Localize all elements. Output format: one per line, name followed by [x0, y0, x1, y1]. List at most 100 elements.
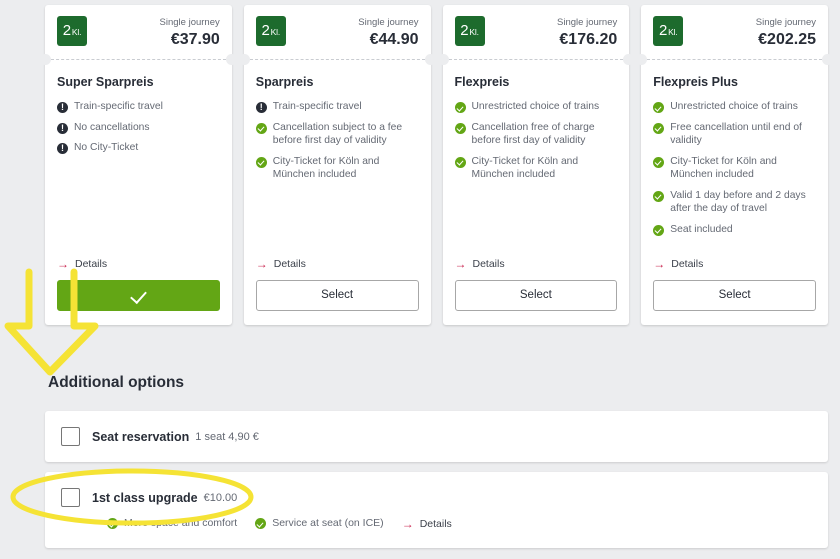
fare-feature: Cancellation free of charge before first…	[454, 121, 618, 148]
travel-class-badge: 2 Kl.	[653, 16, 684, 46]
first-class-upgrade-checkbox[interactable]	[61, 488, 80, 507]
travel-class-number: 2	[460, 22, 469, 39]
check-circle-icon	[454, 156, 466, 168]
fare-price: €37.90	[170, 31, 220, 48]
fare-feature: Train-specific travel	[57, 100, 220, 114]
seat-reservation-checkbox[interactable]	[61, 427, 80, 446]
travel-class-number: 2	[62, 22, 71, 39]
fare-feature-text: City-Ticket for Köln and München include…	[471, 155, 579, 181]
fare-feature: Free cancellation until end of validity	[653, 121, 816, 148]
travel-class-suffix: Kl.	[668, 27, 678, 37]
select-button[interactable]: Select	[454, 280, 618, 311]
fare-feature: Train-specific travel	[255, 100, 419, 114]
fare-card-body: Sparpreis Train-specific travel Cancella…	[244, 61, 431, 258]
check-circle-icon	[107, 518, 118, 530]
fare-feature-text: Seat included	[670, 223, 733, 235]
fare-card-flexpreis-plus[interactable]: 2 Kl. Single journey €202.25 Flexpreis Pl…	[636, 5, 833, 325]
travel-class-number: 2	[261, 22, 270, 39]
price-block: Single journey €37.90	[160, 16, 220, 49]
fare-options-row: 2 Kl. Single journey €37.90 Super Sparpre…	[40, 5, 833, 325]
fare-selected-button[interactable]	[57, 280, 220, 311]
check-circle-icon	[454, 122, 466, 134]
fare-feature: City-Ticket for Köln and München include…	[454, 155, 618, 182]
details-link-label: Details	[75, 258, 108, 270]
arrow-right-icon: →	[401, 516, 414, 531]
arrow-right-icon: →	[255, 257, 268, 271]
fare-card-header: 2 Kl. Single journey €202.25	[641, 5, 828, 59]
arrow-right-icon: →	[57, 257, 69, 271]
fare-feature-text: Cancellation free of charge before first…	[471, 121, 595, 147]
seat-reservation-row[interactable]: Seat reservation 1 seat 4,90 €	[45, 411, 828, 462]
fare-feature: Seat included	[653, 223, 816, 237]
journey-type-label: Single journey	[755, 17, 816, 28]
first-class-details-link[interactable]: → Details	[402, 518, 452, 530]
seat-reservation-option-panel: Seat reservation 1 seat 4,90 €	[45, 411, 828, 462]
fare-feature-text: No City-Ticket	[74, 142, 139, 153]
fare-price: €44.90	[369, 31, 419, 48]
details-link[interactable]: → Details	[455, 258, 618, 270]
arrow-right-icon: →	[454, 257, 467, 271]
exclamation-icon	[57, 101, 68, 113]
check-circle-icon	[653, 102, 665, 113]
arrow-right-icon: →	[653, 257, 666, 271]
option-feature: More space and comfort	[107, 517, 237, 531]
fare-feature-text: Train-specific travel	[272, 101, 362, 112]
select-button[interactable]: Select	[255, 280, 419, 311]
fare-price: €176.20	[559, 31, 618, 48]
fare-feature: Unrestricted choice of trains	[454, 100, 618, 114]
seat-reservation-price: 1 seat 4,90 €	[195, 430, 259, 443]
ticket-perforation-divider	[437, 54, 634, 65]
fare-feature: Cancellation subject to a fee before fir…	[255, 121, 419, 148]
fare-card-header: 2 Kl. Single journey €44.90	[244, 5, 431, 59]
fare-card-header: 2 Kl. Single journey €37.90	[45, 5, 232, 59]
fare-name: Flexpreis Plus	[653, 75, 739, 89]
travel-class-badge: 2 Kl.	[57, 16, 87, 46]
fare-feature: No cancellations	[57, 121, 220, 135]
fare-feature-text: City-Ticket for Köln and München include…	[272, 155, 380, 181]
additional-options-title: Additional options	[48, 374, 185, 391]
check-circle-icon	[255, 156, 267, 168]
fare-name: Flexpreis	[454, 75, 510, 89]
ticket-perforation-divider	[40, 54, 237, 65]
journey-type-label: Single journey	[159, 17, 220, 28]
fare-name: Sparpreis	[255, 75, 314, 89]
journey-type-label: Single journey	[557, 17, 618, 28]
option-feature: Service at seat (on ICE)	[255, 517, 384, 531]
check-circle-icon	[653, 224, 665, 236]
select-button[interactable]: Select	[653, 280, 816, 311]
price-block: Single journey €176.20	[557, 16, 617, 49]
check-circle-icon	[255, 518, 267, 530]
fare-feature: Unrestricted choice of trains	[653, 100, 816, 114]
first-class-upgrade-features: More space and comfort Service at seat (…	[45, 517, 828, 531]
fare-feature-text: Unrestricted choice of trains	[471, 101, 600, 112]
price-block: Single journey €202.25	[756, 16, 816, 49]
fare-feature: No City-Ticket	[57, 141, 220, 155]
fare-card-super-sparpreis[interactable]: 2 Kl. Single journey €37.90 Super Sparpre…	[40, 5, 237, 325]
fare-card-footer: → Details Select	[443, 258, 630, 325]
fare-card-flexpreis[interactable]: 2 Kl. Single journey €176.20 Flexpreis Un…	[437, 5, 634, 325]
check-circle-icon	[653, 122, 665, 134]
travel-class-suffix: Kl.	[71, 27, 82, 37]
first-class-upgrade-price: €10.00	[203, 491, 238, 504]
fare-feature-text: No cancellations	[74, 121, 150, 133]
fare-feature-text: City-Ticket for Köln and München include…	[670, 155, 777, 181]
fare-feature: City-Ticket for Köln and München include…	[255, 155, 419, 182]
check-circle-icon	[255, 122, 267, 134]
details-link[interactable]: → Details	[57, 258, 220, 270]
check-circle-icon	[454, 102, 466, 113]
details-link[interactable]: → Details	[653, 258, 816, 270]
check-circle-icon	[653, 190, 665, 202]
fare-card-footer: → Details	[45, 258, 232, 325]
price-block: Single journey €44.90	[358, 16, 418, 49]
first-class-upgrade-option-panel: 1st class upgrade €10.00 More space and …	[45, 472, 828, 548]
fare-card-sparpreis[interactable]: 2Kl. Single journey €44.90 Sparpreis Tra…	[238, 5, 436, 325]
ticket-perforation-divider	[636, 54, 833, 65]
exclamation-icon	[255, 101, 267, 113]
journey-type-label: Single journey	[358, 17, 419, 28]
travel-class-suffix: Kl.	[270, 27, 281, 37]
details-link[interactable]: → Details	[256, 258, 419, 270]
check-circle-icon	[653, 156, 665, 168]
fare-name: Super Sparpreis	[57, 75, 154, 89]
first-class-upgrade-row[interactable]: 1st class upgrade €10.00	[45, 472, 828, 523]
option-feature-text: Service at seat (on ICE)	[272, 517, 384, 529]
